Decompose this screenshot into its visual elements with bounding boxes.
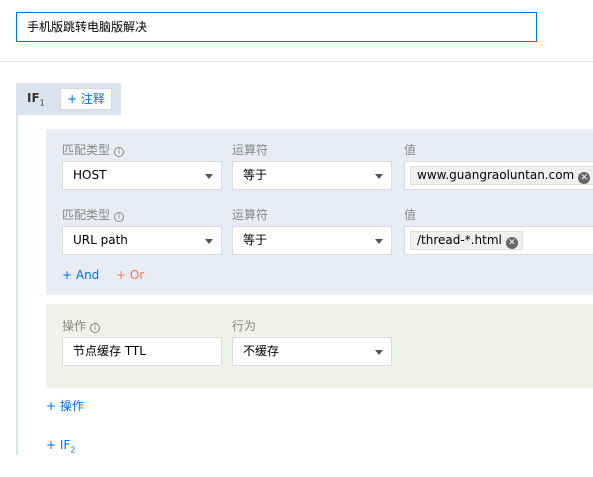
match-type-select[interactable]: HOST xyxy=(62,161,222,190)
add-if-button[interactable]: + IF2 xyxy=(46,438,75,454)
operator-select[interactable]: 等于 xyxy=(232,226,392,255)
caret-down-icon xyxy=(205,239,213,244)
action-label: 操作 i xyxy=(62,317,101,334)
operator-label: 运算符 xyxy=(232,143,269,157)
add-and-button[interactable]: + And xyxy=(62,268,99,282)
if-label: IF1 xyxy=(27,91,45,108)
info-icon[interactable]: i xyxy=(90,323,101,333)
add-or-button[interactable]: + Or xyxy=(116,268,144,282)
behavior-select[interactable]: 不缓存 xyxy=(232,337,392,366)
action-panel: 操作 i 行为 节点缓存 TTL 不缓存 xyxy=(46,304,593,388)
if-block-rail xyxy=(16,115,18,455)
match-type-value: URL path xyxy=(73,233,128,247)
rule-name-input[interactable]: 手机版跳转电脑版解决 xyxy=(16,12,537,42)
add-action-button[interactable]: + 操作 xyxy=(46,397,84,414)
if-block-header: IF1 + 注释 xyxy=(16,83,121,115)
operator-select[interactable]: 等于 xyxy=(232,161,392,190)
value-tag-input[interactable]: www.guangraoluntan.com ✕ xyxy=(404,161,593,190)
behavior-value: 不缓存 xyxy=(243,344,280,358)
value-tag: /thread-*.html ✕ xyxy=(410,231,523,250)
caret-down-icon xyxy=(375,174,383,179)
divider xyxy=(0,61,593,62)
conditions-panel: 匹配类型 i 运算符 值 HOST 等于 www.guangraoluntan.c… xyxy=(46,129,593,295)
value-label: 值 xyxy=(404,143,417,157)
operator-label: 运算符 xyxy=(232,208,269,222)
match-type-select[interactable]: URL path xyxy=(62,226,222,255)
close-circle-icon[interactable]: ✕ xyxy=(505,237,518,249)
match-type-label: 匹配类型 i xyxy=(62,141,125,158)
match-type-value: HOST xyxy=(73,168,107,182)
caret-down-icon xyxy=(205,174,213,179)
close-circle-icon[interactable]: ✕ xyxy=(578,172,591,184)
action-value: 节点缓存 TTL xyxy=(73,344,146,358)
behavior-label: 行为 xyxy=(232,319,257,333)
caret-down-icon xyxy=(375,350,383,355)
caret-down-icon xyxy=(375,239,383,244)
info-icon[interactable]: i xyxy=(114,147,125,157)
add-note-button[interactable]: + 注释 xyxy=(60,88,112,110)
value-label: 值 xyxy=(404,208,417,222)
match-type-label: 匹配类型 i xyxy=(62,206,125,223)
info-icon[interactable]: i xyxy=(114,212,125,222)
value-tag: www.guangraoluntan.com ✕ xyxy=(410,166,593,185)
operator-value: 等于 xyxy=(243,233,268,247)
value-tag-input[interactable]: /thread-*.html ✕ xyxy=(404,226,593,255)
action-field[interactable]: 节点缓存 TTL xyxy=(62,337,222,366)
operator-value: 等于 xyxy=(243,168,268,182)
